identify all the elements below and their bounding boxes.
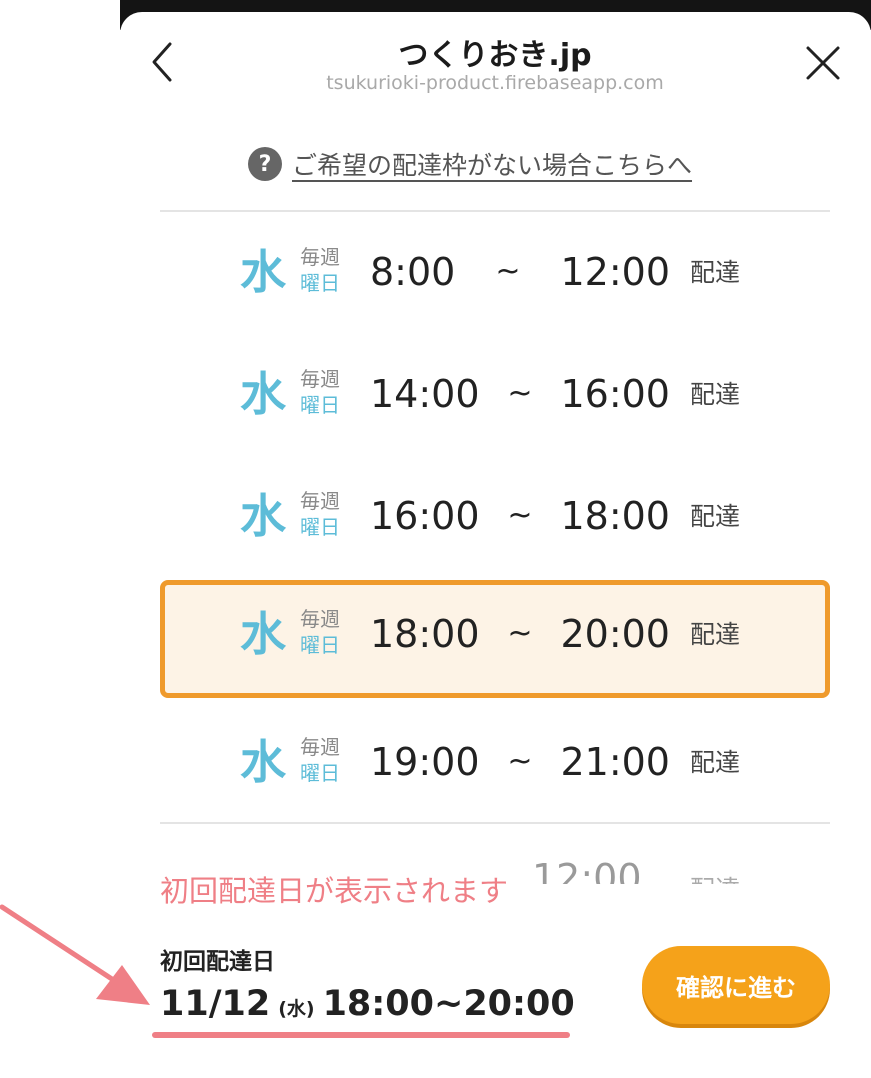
slot-weekly: 毎週 曜日 [300,606,340,658]
slot-weekly-top: 毎週 [300,367,340,391]
slot-day: 水 [240,367,286,421]
slot-time: 14:00 ~ 16:00 [370,364,670,424]
slot-day: 水 [240,607,286,661]
slot-weekly-top: 毎週 [300,735,340,759]
first-delivery-date: 11/12 [160,984,271,1024]
slot-weekly: 毎週 曜日 [300,734,340,786]
first-delivery-label: 初回配達日 [160,949,275,975]
slot-time: 18:00 ~ 20:00 [370,604,670,664]
slot-end: 12:00 [560,250,670,294]
slot-day: 水 [240,245,286,299]
slot-option-5[interactable]: 水 毎週 曜日 19:00 ~ 21:00 配達 [160,708,830,816]
slot-day: 水 [240,735,286,789]
slot-weekly: 毎週 曜日 [300,488,340,540]
slot-time: 16:00 ~ 18:00 [370,486,670,546]
slot-time: 19:00 ~ 21:00 [370,732,670,792]
first-delivery-value: 11/12 (水) 18:00~20:00 [160,984,575,1024]
close-button[interactable] [804,44,842,82]
slot-end: 21:00 [560,740,670,784]
slot-tilde: ~ [495,254,521,289]
slot-start: 16:00 [370,494,480,538]
slot-end: 18:00 [560,494,670,538]
slot-suffix: 配達 [690,380,741,409]
slot-tilde: ~ [507,498,533,533]
slot-weekly-bottom: 曜日 [300,271,340,295]
slot-weekly: 毎週 曜日 [300,244,340,296]
slot-weekly-bottom: 曜日 [300,393,340,417]
slot-option-2[interactable]: 水 毎週 曜日 14:00 ~ 16:00 配達 [160,340,830,448]
slot-option-1[interactable]: 水 毎週 曜日 8:00 ~ 12:00 配達 [160,218,830,326]
first-delivery-time: 18:00~20:00 [322,984,575,1024]
help-question-icon: ? [248,147,282,181]
confirm-button[interactable]: 確認に進む [642,946,830,1024]
help-link[interactable]: ご希望の配達枠がない場合こちらへ [292,146,692,182]
slot-weekly-top: 毎週 [300,607,340,631]
annotation-caption: 初回配達日が表示されます [160,874,509,908]
page-title: つくりおき.jp [398,38,592,73]
slot-option-3[interactable]: 水 毎週 曜日 16:00 ~ 18:00 配達 [160,462,830,570]
slot-weekly-bottom: 曜日 [300,633,340,657]
slot-suffix: 配達 [690,502,741,531]
slot-end: 20:00 [560,612,670,656]
annotation-underline [152,1032,570,1038]
slot-time: 8:00 ~ 12:00 [370,242,670,302]
slot-weekly: 毎週 曜日 [300,366,340,418]
slot-option-4-selected[interactable]: 水 毎週 曜日 18:00 ~ 20:00 配達 [160,580,830,698]
slot-suffix: 配達 [690,870,740,884]
slot-tilde: ~ [507,616,533,651]
back-chevron-icon [152,42,172,82]
close-x-icon [806,46,840,80]
slot-day: 水 [240,489,286,543]
slot-weekly-bottom: 曜日 [300,515,340,539]
list-top-divider [160,210,830,212]
slot-start: 18:00 [370,612,480,656]
first-delivery-weekday: (水) [278,998,315,1020]
annotation-arrow-icon [0,904,150,1005]
help-link-row[interactable]: ? ご希望の配達枠がない場合こちらへ [248,146,692,182]
slot-tilde: ~ [507,744,533,779]
slot-weekly-top: 毎週 [300,489,340,513]
slot-weekly-bottom: 曜日 [300,761,340,785]
back-button[interactable] [146,40,182,84]
slot-suffix: 配達 [690,258,741,287]
slot-end: 16:00 [560,372,670,416]
slot-start: 8:00 [370,250,456,294]
slot-start: 19:00 [370,740,480,784]
slot-start: 14:00 [370,372,480,416]
slot-suffix: 配達 [690,748,741,777]
page-url: tsukurioki-product.firebaseapp.com [326,72,664,94]
slot-time-fragment: 12:00 [532,856,642,884]
slot-suffix: 配達 [690,620,741,649]
slot-weekly-top: 毎週 [300,245,340,269]
slot-tilde: ~ [507,376,533,411]
